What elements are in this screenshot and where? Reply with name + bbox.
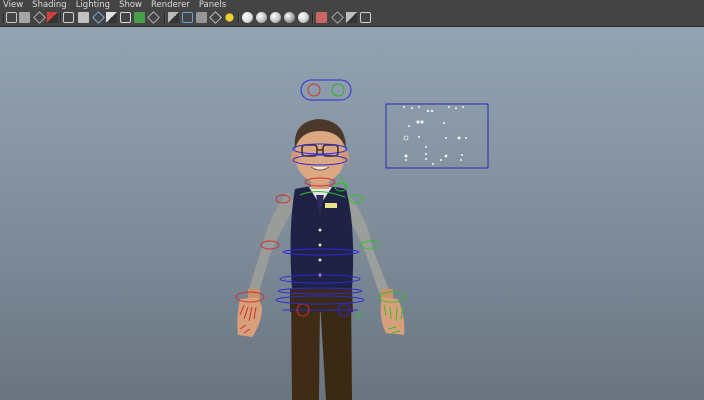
- motion-blur-icon[interactable]: [270, 12, 281, 23]
- use-all-lights-icon[interactable]: [225, 13, 234, 22]
- wireframe-icon[interactable]: [63, 12, 74, 23]
- xray-joints-icon[interactable]: [360, 12, 371, 23]
- camera-attributes-icon[interactable]: [19, 12, 30, 23]
- toolbar-separator: [238, 13, 240, 23]
- viewport-scene: [235, 79, 489, 400]
- menu-show[interactable]: Show: [116, 0, 148, 10]
- menu-lighting[interactable]: Lighting: [73, 0, 116, 10]
- isolate-select-icon[interactable]: [316, 12, 327, 23]
- field-chart-icon[interactable]: [134, 12, 145, 23]
- 3d-viewport[interactable]: [0, 27, 704, 400]
- wireframe-shading-icon[interactable]: [168, 12, 179, 23]
- film-gate-icon[interactable]: [92, 11, 105, 24]
- safe-action-icon[interactable]: [147, 11, 160, 24]
- wireframe-on-shaded-icon[interactable]: [196, 12, 207, 23]
- textured-icon[interactable]: [209, 11, 222, 24]
- shadows-icon[interactable]: [242, 12, 253, 23]
- facial-control-dots[interactable]: [403, 106, 467, 165]
- xray-icon[interactable]: [331, 11, 344, 24]
- screen-space-ao-icon[interactable]: [256, 12, 267, 23]
- multisample-aa-icon[interactable]: [284, 12, 295, 23]
- menu-shading[interactable]: Shading: [29, 0, 73, 10]
- resolution-gate-icon[interactable]: [106, 12, 117, 23]
- toolbar-separator: [164, 13, 166, 23]
- character-model[interactable]: [237, 119, 405, 400]
- select-camera-icon[interactable]: [6, 12, 17, 23]
- menu-panels[interactable]: Panels: [196, 0, 232, 10]
- toolbar-separator: [60, 13, 62, 23]
- head-control[interactable]: [300, 79, 352, 101]
- depth-of-field-icon[interactable]: [298, 12, 309, 23]
- panel-menu-bar: View Shading Lighting Show Renderer Panels: [0, 0, 704, 10]
- facial-control-panel[interactable]: [385, 103, 489, 169]
- toolbar-separator: [312, 13, 314, 23]
- toolbar-separator: [3, 13, 5, 23]
- image-plane-icon[interactable]: [47, 12, 58, 23]
- smooth-shading-icon[interactable]: [182, 12, 193, 23]
- menu-renderer[interactable]: Renderer: [148, 0, 196, 10]
- grid-icon[interactable]: [78, 12, 89, 23]
- gate-mask-icon[interactable]: [120, 12, 131, 23]
- bookmarks-icon[interactable]: [33, 11, 46, 24]
- menu-view[interactable]: View: [0, 0, 29, 10]
- panel-toolbar: [0, 10, 704, 27]
- xray-active-components-icon[interactable]: [346, 12, 357, 23]
